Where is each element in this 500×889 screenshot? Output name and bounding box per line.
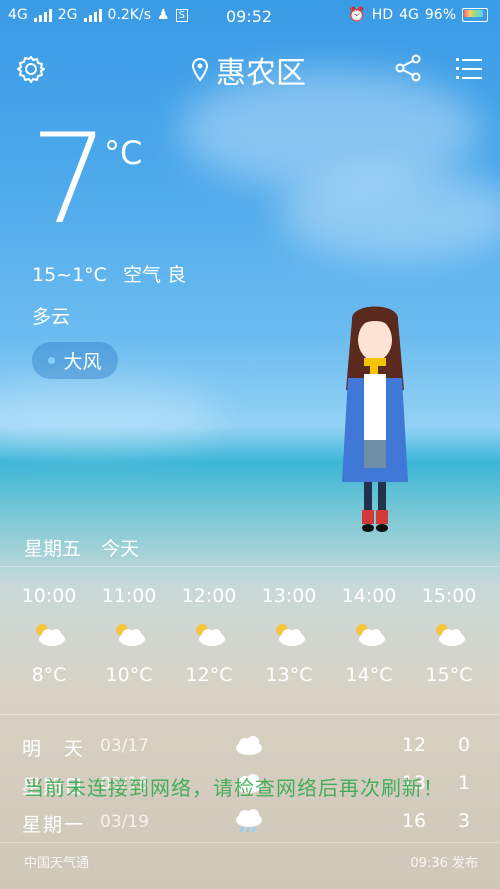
weather-condition: 多云: [32, 306, 71, 328]
hourly-item: 14:00 14°C: [334, 585, 404, 686]
network-type: 4G: [399, 7, 419, 23]
signal-icon: [33, 8, 52, 22]
hourly-forecast: 10:00 8°C 11:00 10°C 12:00 12°C 13:00 13…: [0, 585, 500, 695]
network-error-toast: 当前未连接到网络，请检查网络后再次刷新！: [24, 776, 444, 800]
hour-temp: 12°C: [185, 664, 233, 686]
status-time: 09:52: [226, 7, 273, 26]
day-low: 0: [457, 734, 471, 756]
location-selector[interactable]: 惠农区: [192, 48, 306, 92]
partly-cloudy-icon: [356, 624, 385, 646]
hour-temp: 8°C: [31, 664, 67, 686]
alarm-icon: ⏰: [348, 7, 366, 23]
hour-temp: 10°C: [105, 664, 153, 686]
sim1-label: 4G: [8, 7, 28, 23]
share-icon[interactable]: [394, 54, 422, 82]
battery-percent: 96%: [424, 7, 456, 23]
hour-time: 14:00: [341, 585, 397, 607]
today-title: 星期五 今天: [24, 534, 139, 561]
cartoon-girl-illustration: [342, 306, 408, 532]
divider: [0, 566, 500, 567]
day-date: 03/19: [100, 812, 149, 832]
hour-temp: 13°C: [265, 664, 313, 686]
wind-alert-badge[interactable]: 大风: [32, 342, 118, 379]
wind-alert-label: 大风: [63, 351, 102, 373]
temp-range: 15~1°C: [32, 264, 107, 286]
location-pin-icon: [192, 58, 208, 82]
cloudy-icon: [236, 736, 262, 755]
hour-time: 12:00: [181, 585, 237, 607]
hour-temp: 14°C: [345, 664, 393, 686]
day-high: 16: [401, 810, 427, 832]
hd-label: HD: [371, 7, 394, 23]
hourly-item: 13:00 13°C: [254, 585, 324, 686]
partly-cloudy-icon: [276, 624, 305, 646]
partly-cloudy-icon: [436, 624, 465, 646]
today-label: 今天: [101, 538, 140, 560]
day-low: 1: [457, 772, 471, 794]
divider: [0, 714, 500, 715]
hour-time: 13:00: [261, 585, 317, 607]
weather-app: { "status_bar": { "left": "4G", "left2":…: [0, 0, 500, 889]
daily-row[interactable]: 星期一 03/19 16 3: [22, 809, 482, 840]
divider: [0, 842, 500, 843]
hourly-item: 10:00 8°C: [14, 585, 84, 686]
battery-icon: [462, 8, 488, 22]
app-notification-icon: S: [175, 8, 188, 22]
temp-range-air: 15~1°C 空气 良: [32, 260, 186, 287]
data-source: 中国天气通: [24, 856, 90, 871]
hourly-item: 12:00 12°C: [174, 585, 244, 686]
current-temperature: 7: [30, 108, 109, 252]
publish-time: 09:36 发布: [410, 856, 478, 871]
signal-icon: [83, 8, 102, 22]
qq-icon: ♟: [157, 7, 170, 23]
hourly-item: 11:00 10°C: [94, 585, 164, 686]
hour-time: 10:00: [21, 585, 77, 607]
day-high: 12: [401, 734, 427, 756]
day-date: 03/17: [100, 736, 149, 756]
hour-temp: 15°C: [425, 664, 473, 686]
hour-time: 15:00: [421, 585, 477, 607]
location-name: 惠农区: [216, 56, 306, 91]
dot-icon: [48, 357, 56, 364]
today-weekday: 星期五: [24, 538, 82, 560]
status-bar: 4G 2G 0.2K/s ♟ S 09:52 ⏰ HD 4G 96%: [0, 4, 500, 30]
temperature-unit: °C: [104, 134, 143, 172]
hour-time: 11:00: [101, 585, 157, 607]
partly-cloudy-icon: [196, 624, 225, 646]
air-quality-label: 空气: [123, 264, 162, 286]
day-low: 3: [457, 810, 471, 832]
settings-gear-icon[interactable]: [16, 54, 46, 84]
partly-cloudy-icon: [116, 624, 145, 646]
partly-cloudy-icon: [36, 624, 65, 646]
network-speed: 0.2K/s: [107, 7, 151, 23]
header: 惠农区: [0, 48, 500, 91]
air-quality-value: 良: [167, 264, 187, 286]
menu-list-icon[interactable]: [456, 56, 482, 80]
day-name: 星期一: [22, 814, 86, 836]
rain-icon: [236, 809, 262, 833]
day-name: 明 天: [22, 738, 86, 760]
sim2-label: 2G: [57, 7, 78, 23]
hourly-item: 15:00 15°C: [414, 585, 484, 686]
daily-row[interactable]: 明 天 03/17 12 0: [22, 734, 482, 764]
